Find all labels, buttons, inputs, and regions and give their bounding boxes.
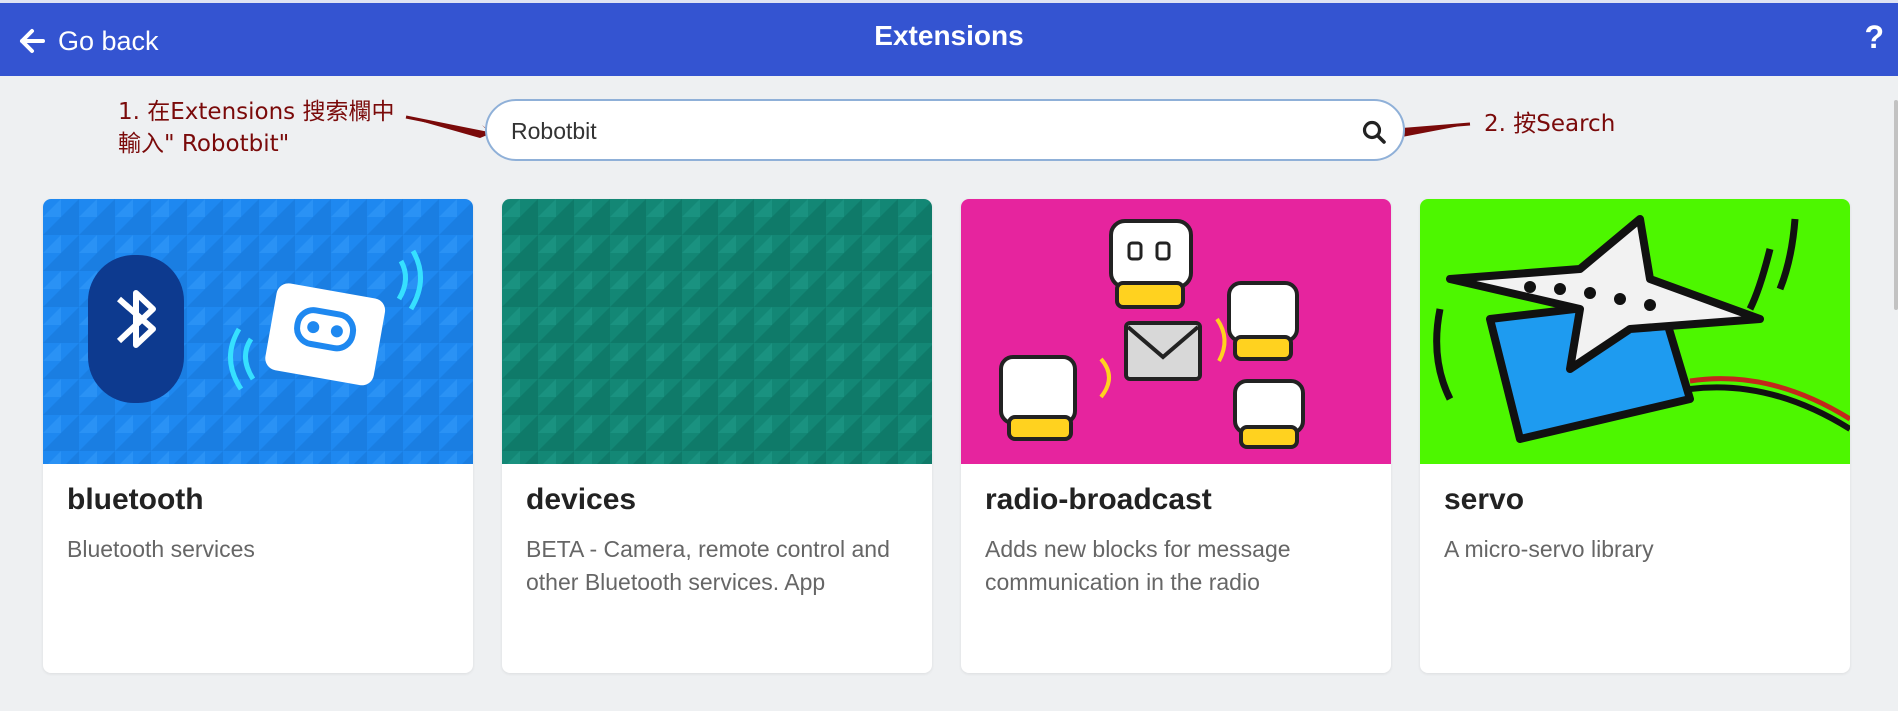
envelope-icon (1124, 321, 1202, 381)
extension-card-radio-broadcast[interactable]: radio-broadcast Adds new blocks for mess… (961, 199, 1391, 673)
search-input[interactable] (509, 113, 1333, 149)
card-title: radio-broadcast (985, 483, 1212, 516)
scrollbar[interactable] (1894, 100, 1898, 310)
devices-card-image (502, 199, 932, 464)
card-description: Adds new blocks for message communicatio… (985, 536, 1291, 595)
search-bar (485, 99, 1405, 161)
card-description: BETA - Camera, remote control and other … (526, 536, 890, 595)
annotation-step2: 2. 按Search (1484, 111, 1616, 137)
robot-character-4 (1233, 379, 1305, 449)
bluetooth-card-image (43, 199, 473, 464)
card-description: A micro-servo library (1444, 536, 1654, 562)
help-button[interactable]: ? (1864, 19, 1884, 56)
top-bar: Go back Extensions ? (0, 0, 1898, 76)
card-title: devices (526, 483, 637, 516)
robot-character-3 (999, 355, 1077, 441)
page-title: Extensions (874, 20, 1024, 51)
microbit-icon (265, 283, 386, 386)
robot-character-2 (1227, 281, 1299, 361)
annotation-step1-line2: 輸入" Robotbit" (118, 131, 290, 157)
card-title: bluetooth (67, 483, 204, 516)
extension-card-bluetooth[interactable]: bluetooth Bluetooth services (43, 199, 473, 673)
servo-card-image (1420, 199, 1850, 464)
robot-character-1 (1109, 219, 1193, 309)
search-icon[interactable] (1361, 119, 1387, 145)
extension-card-devices[interactable]: devices BETA - Camera, remote control an… (502, 199, 932, 673)
card-description: Bluetooth services (67, 536, 255, 562)
annotation-step1: 1. 在Extensions 搜索欄中 輸入" Robotbit" (118, 96, 394, 160)
arrow-to-search-input (405, 115, 487, 135)
annotation-step1-line1: 1. 在Extensions 搜索欄中 (118, 99, 395, 125)
radio-broadcast-card-image (961, 199, 1391, 464)
card-title: servo (1444, 483, 1525, 516)
extension-card-servo[interactable]: servo A micro-servo library (1420, 199, 1850, 673)
